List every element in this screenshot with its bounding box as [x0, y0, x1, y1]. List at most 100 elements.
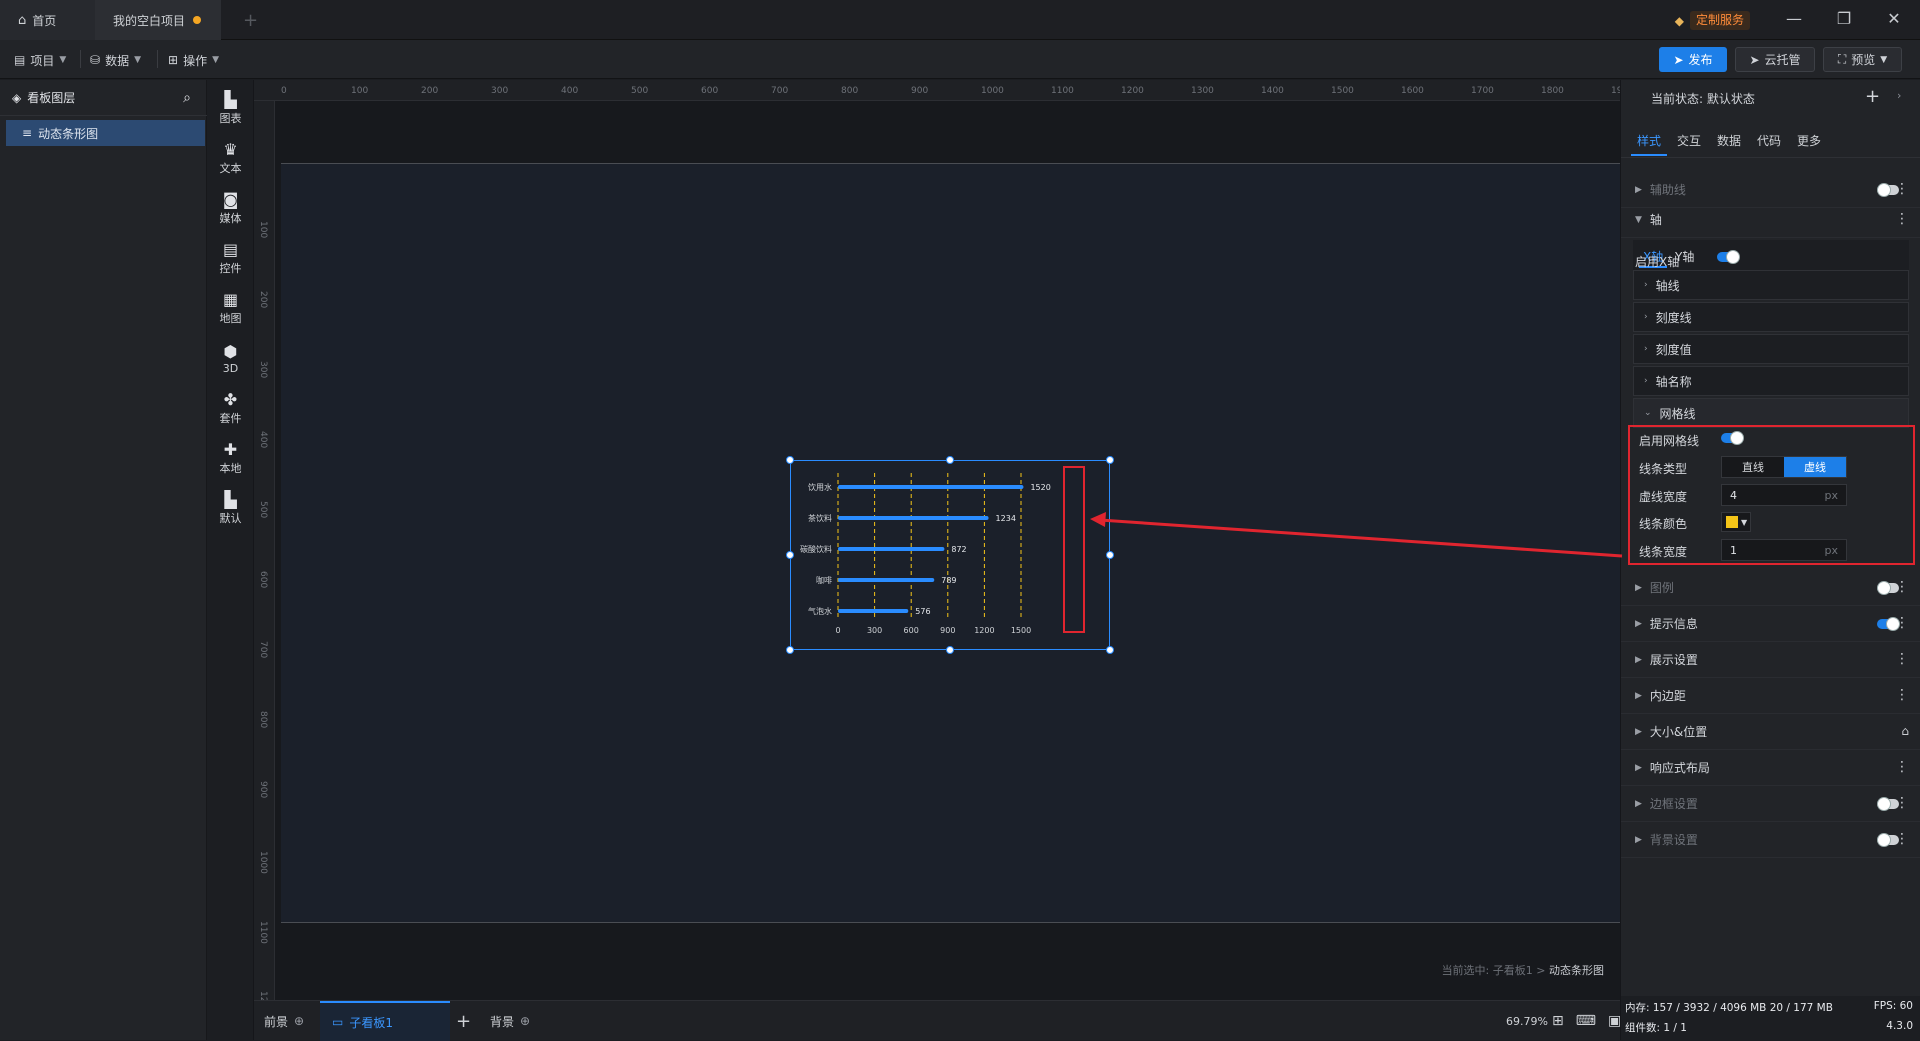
- bar: [838, 578, 935, 582]
- publish-label: 发布: [1688, 53, 1713, 67]
- bar-chart-widget[interactable]: 0 300 600 900 1200 1500 饮用水 1520 茶饮料 1234 碳酸饮料 872 咖…: [786, 456, 1114, 654]
- sub-tick-line[interactable]: › 刻度线: [1633, 302, 1909, 332]
- section-border[interactable]: ▶ 边框设置 ⋮: [1621, 786, 1920, 822]
- section-padding-label: 内边距: [1649, 689, 1686, 703]
- search-icon[interactable]: ⌕: [183, 90, 191, 106]
- sub-tick-value[interactable]: › 刻度值: [1633, 334, 1909, 364]
- section-tooltip[interactable]: ▶ 提示信息 ⋮: [1621, 606, 1920, 642]
- enable-x-toggle[interactable]: [1717, 250, 1740, 264]
- tool-control-label: 控件: [219, 262, 242, 275]
- menu-data[interactable]: ⛁ 数据 ▼: [90, 48, 141, 72]
- chevron-right-icon[interactable]: ›: [1897, 89, 1901, 102]
- tab-more[interactable]: 更多: [1797, 132, 1821, 149]
- value-label: 576: [915, 607, 930, 616]
- tool-map[interactable]: ▦ 地图: [207, 284, 254, 334]
- section-axis[interactable]: ▼ 轴 ⋮: [1621, 202, 1920, 238]
- status-footer: 内存: 157 / 3932 / 4096 MB 20 / 177 MB FPS…: [1621, 996, 1920, 1040]
- tab-background[interactable]: 背景 ⊕: [490, 1001, 530, 1041]
- cloud-hosting-button[interactable]: ➤ 云托管: [1735, 47, 1815, 72]
- more-icon[interactable]: ⋮: [1895, 212, 1909, 226]
- restore-button[interactable]: ❐: [1833, 8, 1855, 30]
- more-icon[interactable]: ⋮: [1895, 652, 1909, 666]
- tool-local[interactable]: ✚ 本地: [207, 434, 254, 484]
- more-icon[interactable]: ⋮: [1895, 832, 1909, 846]
- add-circle-icon[interactable]: ⊕: [294, 1014, 304, 1028]
- tab-interaction[interactable]: 交互: [1677, 132, 1701, 149]
- tool-media[interactable]: ◙ 媒体: [207, 184, 254, 234]
- tab-home[interactable]: ⌂ 首页: [0, 0, 95, 40]
- horizontal-ruler[interactable]: 0 100 200 300 400 500 600 700 800 900 1000 1100 1200…: [254, 80, 1634, 101]
- resize-handle[interactable]: [1106, 456, 1114, 464]
- resize-handle[interactable]: [946, 456, 954, 464]
- tool-control[interactable]: ▤ 控件: [207, 234, 254, 284]
- sub-axis-line[interactable]: › 轴线: [1633, 270, 1909, 300]
- more-icon[interactable]: ⋮: [1895, 688, 1909, 702]
- section-size-position[interactable]: ▶ 大小&位置 ⌂: [1621, 714, 1920, 750]
- section-padding[interactable]: ▶ 内边距 ⋮: [1621, 678, 1920, 714]
- lock-icon[interactable]: ⌂: [1901, 724, 1909, 738]
- tool-default-label: 默认: [219, 512, 242, 525]
- new-tab-button[interactable]: +: [243, 10, 258, 31]
- more-icon[interactable]: ⋮: [1895, 796, 1909, 810]
- section-display[interactable]: ▶ 展示设置 ⋮: [1621, 642, 1920, 678]
- preview-button[interactable]: ⛶ 预览 ▼: [1823, 47, 1902, 72]
- custom-service-button[interactable]: ◆ 定制服务: [1675, 11, 1750, 30]
- add-board-button[interactable]: +: [456, 1001, 471, 1041]
- section-responsive[interactable]: ▶ 响应式布局 ⋮: [1621, 750, 1920, 786]
- more-icon[interactable]: ⋮: [1895, 182, 1909, 196]
- add-circle-icon[interactable]: ⊕: [520, 1014, 530, 1028]
- more-icon[interactable]: ⋮: [1895, 760, 1909, 774]
- section-background[interactable]: ▶ 背景设置 ⋮: [1621, 822, 1920, 858]
- ruler-tick-label: 900: [258, 781, 268, 799]
- ruler-tick-label: 400: [258, 431, 268, 449]
- resize-handle[interactable]: [1106, 646, 1114, 654]
- publish-button[interactable]: ➤ 发布: [1659, 47, 1727, 72]
- tab-foreground[interactable]: 前景 ⊕: [264, 1001, 304, 1041]
- chevron-right-icon: ›: [1644, 312, 1648, 322]
- active-tab-indicator: [1631, 154, 1667, 156]
- tab-data[interactable]: 数据: [1717, 132, 1741, 149]
- tool-chart[interactable]: ▙ 图表: [207, 84, 254, 134]
- caret-right-icon: ▶: [1635, 726, 1642, 737]
- tab-code[interactable]: 代码: [1757, 132, 1781, 149]
- add-state-icon[interactable]: +: [1865, 86, 1880, 107]
- diamond-icon: ◆: [1674, 13, 1684, 28]
- selection-path: 当前选中: 子看板1 > 动态条形图: [1442, 962, 1604, 978]
- x-tick-label: 600: [904, 626, 919, 635]
- ruler-tick-label: 1700: [1471, 86, 1494, 96]
- value-label: 1520: [1030, 483, 1050, 492]
- resize-handle[interactable]: [786, 646, 794, 654]
- section-legend[interactable]: ▶ 图例 ⋮: [1621, 570, 1920, 606]
- ruler-tick-label: 100: [258, 221, 268, 239]
- tab-project[interactable]: 我的空白项目: [95, 0, 221, 40]
- tab-style[interactable]: 样式: [1637, 132, 1661, 149]
- tool-default[interactable]: ▙ 默认: [207, 484, 254, 534]
- resize-handle[interactable]: [786, 551, 794, 559]
- resize-handle[interactable]: [786, 456, 794, 464]
- tool-kit[interactable]: ✤ 套件: [207, 384, 254, 434]
- resize-handle[interactable]: [1106, 551, 1114, 559]
- sub-axis-name[interactable]: › 轴名称: [1633, 366, 1909, 396]
- bar-chart-icon: ≡: [22, 126, 33, 140]
- menu-operation[interactable]: ⊞ 操作 ▼: [168, 48, 219, 72]
- zoom-level[interactable]: 69.79%: [1506, 1001, 1548, 1041]
- layers-icon: ◈: [12, 90, 22, 105]
- tool-text[interactable]: ♛ 文本: [207, 134, 254, 184]
- tool-3d-label: 3D: [222, 361, 239, 375]
- tab-sub-board[interactable]: ▭ 子看板1: [320, 1001, 450, 1041]
- menu-project[interactable]: ▤ 项目 ▼: [14, 48, 66, 72]
- vertical-ruler[interactable]: 100200300400500600700800900100011001200: [254, 101, 275, 1014]
- minimize-button[interactable]: —: [1783, 8, 1805, 30]
- chevron-down-icon: ▼: [1880, 54, 1888, 65]
- keyboard-icon[interactable]: ⌨: [1576, 1013, 1596, 1029]
- section-axis-label: 轴: [1649, 213, 1662, 227]
- close-button[interactable]: ✕: [1883, 8, 1905, 30]
- more-icon[interactable]: ⋮: [1895, 616, 1909, 630]
- tool-3d[interactable]: ⬢ 3D: [207, 334, 254, 384]
- resize-handle[interactable]: [946, 646, 954, 654]
- category-label: 茶饮料: [808, 513, 832, 523]
- more-icon[interactable]: ⋮: [1895, 580, 1909, 594]
- sub-grid-line[interactable]: ⌄ 网格线: [1633, 398, 1909, 428]
- fit-screen-icon[interactable]: ⊞: [1552, 1013, 1564, 1029]
- layer-item[interactable]: ≡ 动态条形图: [6, 120, 205, 146]
